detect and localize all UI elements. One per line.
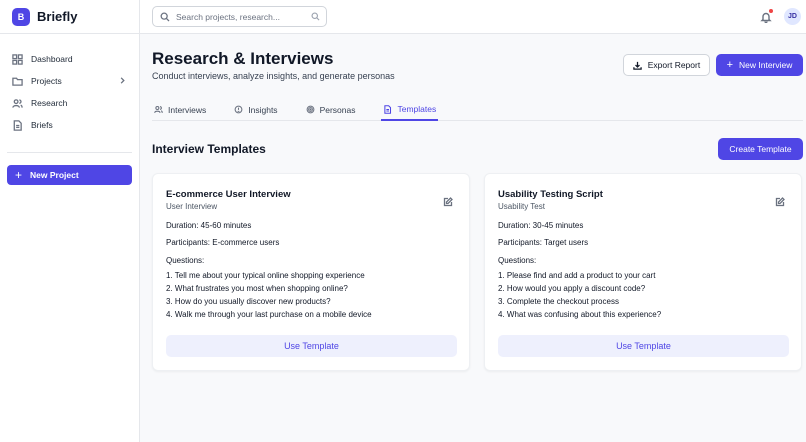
edit-template-button[interactable] [775, 194, 785, 207]
avatar[interactable]: JD [784, 8, 801, 25]
template-type: User Interview [166, 202, 218, 211]
sidebar-divider [7, 152, 132, 153]
search-input[interactable] [176, 11, 296, 22]
app-name: Briefly [37, 9, 78, 24]
plus-icon: + [15, 168, 23, 182]
question-list: 1. Tell me about your typical online sho… [166, 269, 372, 321]
notification-dot [769, 9, 773, 13]
question-item: 2. How would you apply a discount code? [498, 284, 646, 293]
template-duration: Duration: 30-45 minutes [498, 221, 584, 230]
sidebar-item-label: Projects [31, 76, 62, 86]
users-icon [12, 98, 23, 108]
tab-label: Interviews [168, 104, 207, 115]
questions-label: Questions: [498, 256, 537, 265]
document-icon [384, 104, 392, 114]
sidebar-nav: Dashboard Projects Research Briefs [0, 34, 139, 136]
question-item: 4. Walk me through your last purchase on… [166, 310, 372, 319]
brand[interactable]: B Briefly [0, 0, 139, 34]
question-item: 3. How do you usually discover new produ… [166, 297, 331, 306]
template-participants: Participants: Target users [498, 238, 589, 247]
template-duration: Duration: 45-60 minutes [166, 221, 252, 230]
topbar: JD [140, 0, 806, 34]
export-report-label: Export Report [647, 60, 701, 70]
question-item: 1. Tell me about your typical online sho… [166, 271, 365, 280]
use-template-button[interactable]: Use Template [166, 335, 457, 357]
sidebar-item-projects[interactable]: Projects [0, 70, 139, 92]
page-title: Research & Interviews [152, 49, 334, 68]
tab-label: Personas [319, 104, 356, 115]
tab-bar: Interviews Insights Personas Templates [152, 99, 803, 121]
main-content: Research & Interviews Conduct interviews… [140, 34, 806, 442]
new-interview-label: New Interview [739, 60, 793, 70]
folder-icon [12, 77, 23, 86]
users-icon [154, 105, 163, 114]
export-report-button[interactable]: Export Report [623, 54, 710, 76]
target-icon [306, 105, 314, 114]
tab-interviews[interactable]: Interviews [152, 99, 208, 120]
question-item: 2. What frustrates you most when shoppin… [166, 284, 348, 293]
question-list: 1. Please find and add a product to your… [498, 269, 661, 321]
template-title: Usability Testing Script [498, 189, 603, 200]
sidebar-item-dashboard[interactable]: Dashboard [0, 48, 139, 70]
plus-icon: + [726, 58, 734, 71]
sidebar-item-research[interactable]: Research [0, 92, 139, 114]
question-item: 4. What was confusing about this experie… [498, 310, 662, 319]
document-icon [13, 119, 22, 131]
sidebar-item-briefs[interactable]: Briefs [0, 114, 139, 136]
section-title: Interview Templates [152, 142, 266, 156]
template-title: E-commerce User Interview [166, 189, 291, 200]
tab-templates[interactable]: Templates [381, 99, 439, 121]
tab-insights[interactable]: Insights [232, 99, 279, 120]
create-template-button[interactable]: Create Template [718, 138, 803, 160]
edit-icon [775, 197, 785, 207]
search-icon [160, 12, 170, 21]
tab-personas[interactable]: Personas [304, 99, 358, 120]
search-box[interactable] [152, 6, 327, 27]
search-submit-icon[interactable] [311, 12, 320, 21]
template-participants: Participants: E-commerce users [166, 238, 280, 247]
template-type: Usability Test [498, 202, 545, 211]
sidebar: B Briefly Dashboard Projects Research Br… [0, 0, 140, 442]
app-logo: B [12, 7, 30, 26]
new-interview-button[interactable]: + New Interview [716, 54, 803, 76]
edit-icon [443, 197, 453, 207]
tab-label: Templates [397, 104, 437, 114]
dashboard-icon [12, 53, 23, 65]
edit-template-button[interactable] [443, 194, 453, 207]
question-item: 3. Complete the checkout process [498, 297, 619, 306]
tab-label: Insights [248, 104, 278, 115]
notifications-button[interactable] [760, 9, 773, 24]
sidebar-item-label: Dashboard [31, 54, 73, 64]
page-subtitle: Conduct interviews, analyze insights, an… [152, 71, 395, 81]
template-card: Usability Testing Script Usability Test … [484, 173, 802, 371]
question-item: 1. Please find and add a product to your… [498, 271, 656, 280]
chevron-right-icon[interactable] [118, 76, 127, 85]
new-project-button[interactable]: + New Project [7, 165, 132, 185]
questions-label: Questions: [166, 256, 205, 265]
sidebar-item-label: Briefs [31, 120, 53, 130]
template-card: E-commerce User Interview User Interview… [152, 173, 470, 371]
use-template-button[interactable]: Use Template [498, 335, 789, 357]
download-icon [633, 61, 642, 70]
lightbulb-icon [234, 105, 243, 114]
sidebar-item-label: Research [31, 98, 68, 108]
new-project-label: New Project [30, 170, 79, 180]
